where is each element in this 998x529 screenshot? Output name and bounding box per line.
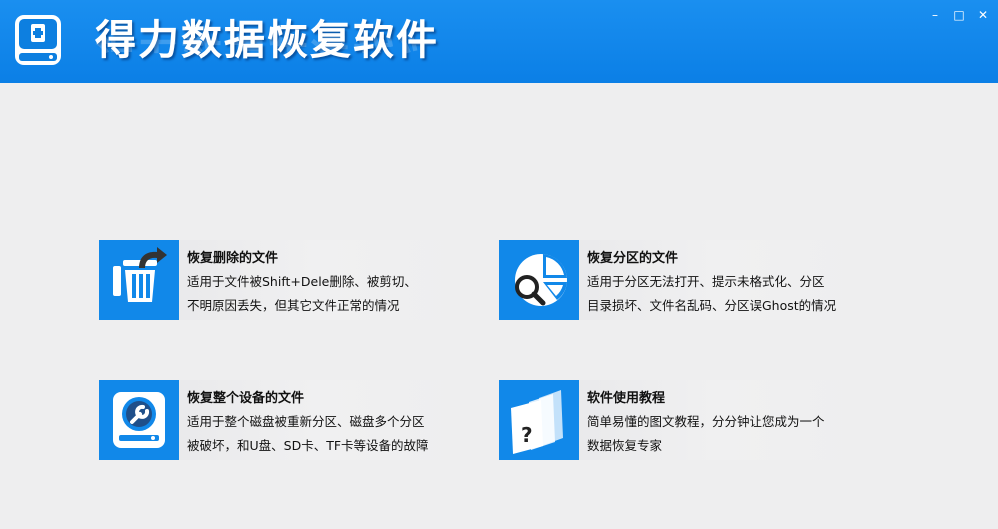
title-bar: 得力数据恢复软件 得力数据恢复软件 – □ ✕ [0,0,998,83]
description-line: 适用于整个磁盘被重新分区、磁盘多个分区 [187,414,425,429]
option-description: 适用于整个磁盘被重新分区、磁盘多个分区 被破坏，和U盘、SD卡、TF卡等设备的故… [187,410,472,458]
option-title: 恢复整个设备的文件 [187,391,305,406]
window-controls: – □ ✕ [928,8,990,22]
app-title: 得力数据恢复软件 [95,16,439,64]
maximize-button[interactable]: □ [952,8,966,22]
option-title: 恢复分区的文件 [587,251,679,266]
close-button[interactable]: ✕ [976,8,990,22]
option-title: 软件使用教程 [587,391,666,406]
description-line: 不明原因丢失，但其它文件正常的情况 [187,298,400,313]
description-line: 适用于文件被Shift+Dele删除、被剪切、 [187,274,417,289]
option-title: 恢复删除的文件 [187,251,279,266]
svg-text:?: ? [521,423,533,447]
software-tutorial-option[interactable]: ? 软件使用教程 简单易懂的图文教程，分分钟让您成为一个 数据恢复专家 [499,380,863,460]
recover-partition-files-option[interactable]: 恢复分区的文件 适用于分区无法打开、提示未格式化、分区 目录损坏、文件名乱码、分… [499,240,863,320]
app-logo-icon [14,14,62,66]
partition-search-icon [499,240,579,320]
minimize-button[interactable]: – [928,8,942,22]
description-line: 适用于分区无法打开、提示未格式化、分区 [587,274,825,289]
description-line: 数据恢复专家 [587,438,663,453]
recover-deleted-files-option[interactable]: 恢复删除的文件 适用于文件被Shift+Dele删除、被剪切、 不明原因丢失，但… [99,240,463,320]
option-description: 适用于分区无法打开、提示未格式化、分区 目录损坏、文件名乱码、分区误Ghost的… [587,270,872,318]
option-description: 适用于文件被Shift+Dele删除、被剪切、 不明原因丢失，但其它文件正常的情… [187,270,472,318]
disk-repair-icon [99,380,179,460]
option-description: 简单易懂的图文教程，分分钟让您成为一个 数据恢复专家 [587,410,872,458]
tutorial-help-icon: ? [499,380,579,460]
description-line: 被破坏，和U盘、SD卡、TF卡等设备的故障 [187,438,429,453]
recover-device-files-option[interactable]: 恢复整个设备的文件 适用于整个磁盘被重新分区、磁盘多个分区 被破坏，和U盘、SD… [99,380,463,460]
recycle-bin-restore-icon [99,240,179,320]
description-line: 简单易懂的图文教程，分分钟让您成为一个 [587,414,825,429]
description-line: 目录损坏、文件名乱码、分区误Ghost的情况 [587,298,837,313]
